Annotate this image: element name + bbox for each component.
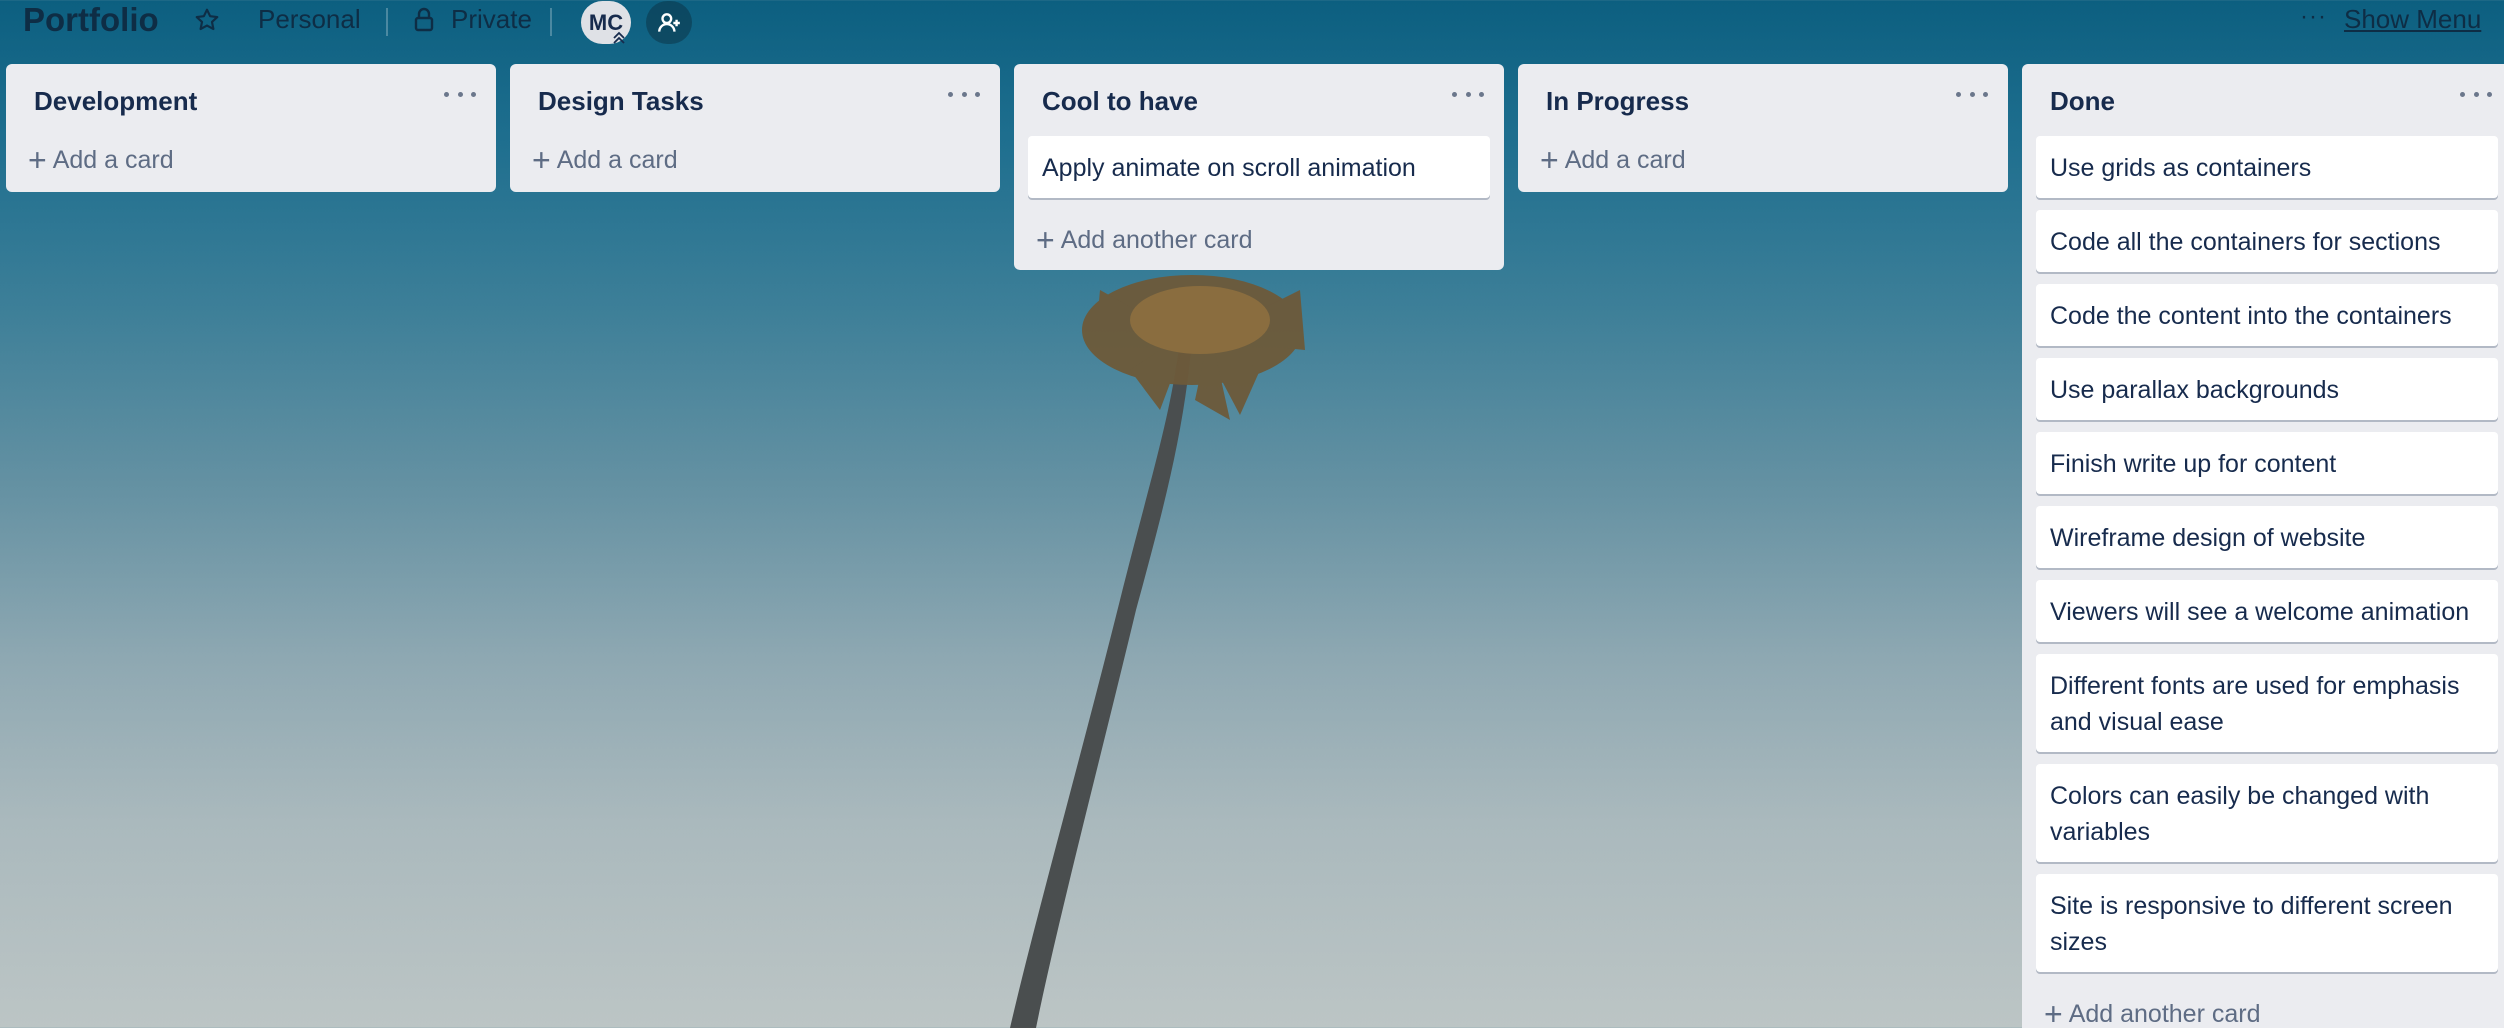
plus-icon: + — [532, 142, 551, 178]
plus-icon: + — [2044, 996, 2063, 1028]
list-header: Done — [2022, 64, 2504, 136]
plus-icon: + — [1540, 142, 1559, 178]
add-card-label: Add another card — [1060, 225, 1253, 254]
list-title[interactable]: Development — [34, 86, 197, 117]
plus-icon: + — [1036, 222, 1055, 258]
card[interactable]: Site is responsive to different screen s… — [2036, 874, 2498, 972]
list-menu-icon[interactable] — [1452, 84, 1484, 104]
list-title[interactable]: Design Tasks — [538, 86, 704, 117]
card[interactable]: Code all the containers for sections — [2036, 210, 2498, 272]
add-card-button[interactable]: + Add a card — [510, 128, 1000, 192]
card[interactable]: Code the content into the containers — [2036, 284, 2498, 346]
list-done: Done Use grids as containers Code all the … — [2022, 64, 2504, 1028]
card[interactable]: Finish write up for content — [2036, 432, 2498, 494]
list-header: Development — [6, 64, 496, 136]
list-menu-icon[interactable] — [444, 84, 476, 104]
list-menu-icon[interactable] — [1956, 84, 1988, 104]
visibility-button[interactable]: Private — [451, 0, 532, 40]
add-card-button[interactable]: + Add another card — [1014, 210, 1504, 270]
header-divider — [386, 8, 388, 36]
list-cool-to-have: Cool to have Apply animate on scroll anim… — [1014, 64, 1504, 270]
list-menu-icon[interactable] — [2460, 84, 2492, 104]
list-header: Cool to have — [1014, 64, 1504, 136]
list-title[interactable]: Done — [2050, 86, 2115, 117]
card[interactable]: Viewers will see a welcome animation — [2036, 580, 2498, 642]
list-development: Development + Add a card — [6, 64, 496, 192]
lock-icon — [412, 6, 436, 34]
board-title[interactable]: Portfolio — [23, 0, 159, 44]
card[interactable]: Different fonts are used for emphasis an… — [2036, 654, 2498, 752]
add-card-label: Add a card — [52, 145, 174, 174]
card[interactable]: Use grids as containers — [2036, 136, 2498, 198]
add-card-button[interactable]: + Add a card — [1518, 128, 2008, 192]
list-header: Design Tasks — [510, 64, 1000, 136]
card[interactable]: Wireframe design of website — [2036, 506, 2498, 568]
add-card-label: Add another card — [2068, 999, 2261, 1028]
add-card-label: Add a card — [1564, 145, 1686, 174]
add-card-button[interactable]: + Add a card — [6, 128, 496, 192]
list-title[interactable]: In Progress — [1546, 86, 1689, 117]
board-header: Portfolio Personal Private MC ··· Show M… — [0, 0, 2504, 44]
list-design-tasks: Design Tasks + Add a card — [510, 64, 1000, 192]
card[interactable]: Colors can easily be changed with variab… — [2036, 764, 2498, 862]
add-member-icon[interactable] — [646, 1, 692, 44]
header-divider — [550, 8, 552, 36]
list-title[interactable]: Cool to have — [1042, 86, 1198, 117]
list-in-progress: In Progress + Add a card — [1518, 64, 2008, 192]
card[interactable]: Use parallax backgrounds — [2036, 358, 2498, 420]
add-card-label: Add a card — [556, 145, 678, 174]
chevron-up-icon — [611, 29, 627, 45]
card[interactable]: Apply animate on scroll animation — [1028, 136, 1490, 198]
more-dots-icon[interactable]: ··· — [2300, 0, 2327, 40]
plus-icon: + — [28, 142, 47, 178]
list-header: In Progress — [1518, 64, 2008, 136]
star-icon[interactable] — [190, 2, 224, 38]
team-button[interactable]: Personal — [258, 0, 361, 40]
add-card-button[interactable]: + Add another card — [2022, 984, 2504, 1028]
list-menu-icon[interactable] — [948, 84, 980, 104]
show-menu-button[interactable]: Show Menu — [2344, 0, 2481, 40]
